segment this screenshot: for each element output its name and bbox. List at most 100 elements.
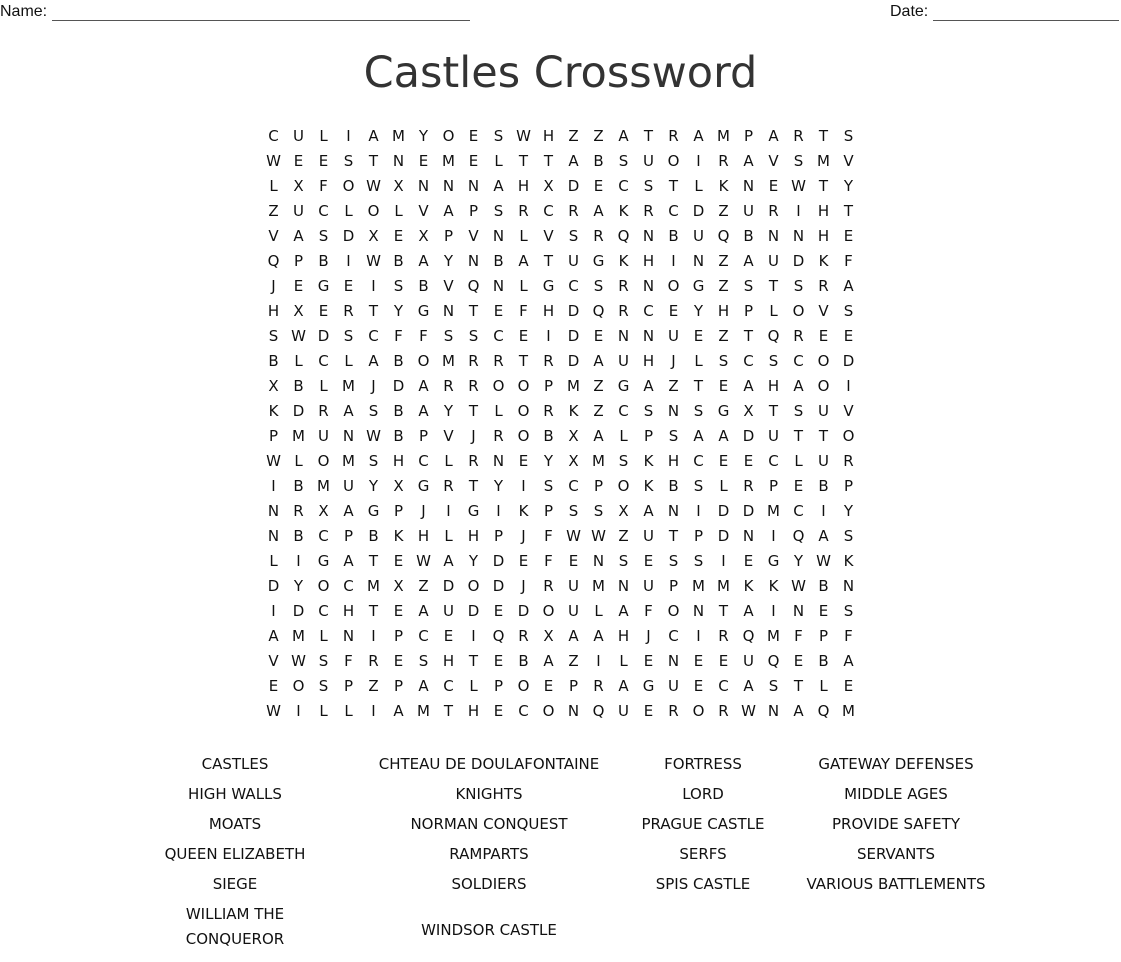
grid-cell[interactable]: F — [836, 624, 861, 649]
grid-cell[interactable]: V — [536, 224, 561, 249]
grid-cell[interactable]: X — [386, 474, 411, 499]
grid-cell[interactable]: P — [461, 199, 486, 224]
grid-cell[interactable]: P — [336, 524, 361, 549]
grid-cell[interactable]: G — [411, 474, 436, 499]
grid-cell[interactable]: U — [636, 149, 661, 174]
grid-cell[interactable]: Y — [486, 474, 511, 499]
grid-cell[interactable]: N — [611, 324, 636, 349]
grid-cell[interactable]: E — [286, 274, 311, 299]
grid-cell[interactable]: P — [386, 624, 411, 649]
grid-cell[interactable]: A — [361, 349, 386, 374]
grid-cell[interactable]: H — [411, 524, 436, 549]
grid-cell[interactable]: N — [786, 599, 811, 624]
grid-cell[interactable]: A — [286, 224, 311, 249]
grid-cell[interactable]: E — [661, 299, 686, 324]
grid-cell[interactable]: E — [711, 649, 736, 674]
grid-cell[interactable]: U — [636, 524, 661, 549]
grid-cell[interactable]: R — [711, 624, 736, 649]
grid-cell[interactable]: L — [386, 199, 411, 224]
grid-cell[interactable]: X — [286, 299, 311, 324]
grid-cell[interactable]: A — [486, 174, 511, 199]
grid-cell[interactable]: A — [511, 249, 536, 274]
grid-cell[interactable]: M — [686, 574, 711, 599]
grid-cell[interactable]: T — [686, 374, 711, 399]
grid-cell[interactable]: F — [786, 624, 811, 649]
grid-cell[interactable]: N — [686, 249, 711, 274]
grid-cell[interactable]: L — [336, 199, 361, 224]
grid-cell[interactable]: I — [336, 249, 361, 274]
grid-cell[interactable]: X — [561, 424, 586, 449]
grid-cell[interactable]: R — [711, 699, 736, 724]
grid-cell[interactable]: E — [811, 324, 836, 349]
grid-cell[interactable]: B — [511, 649, 536, 674]
grid-cell[interactable]: C — [686, 449, 711, 474]
grid-cell[interactable]: D — [386, 374, 411, 399]
grid-cell[interactable]: F — [386, 324, 411, 349]
grid-cell[interactable]: A — [411, 399, 436, 424]
grid-cell[interactable]: R — [311, 399, 336, 424]
grid-cell[interactable]: U — [736, 199, 761, 224]
grid-cell[interactable]: X — [411, 224, 436, 249]
grid-cell[interactable]: O — [811, 349, 836, 374]
grid-cell[interactable]: G — [686, 274, 711, 299]
grid-cell[interactable]: A — [736, 374, 761, 399]
grid-cell[interactable]: G — [636, 674, 661, 699]
grid-cell[interactable]: O — [286, 674, 311, 699]
grid-cell[interactable]: A — [586, 624, 611, 649]
grid-cell[interactable]: I — [586, 649, 611, 674]
grid-cell[interactable]: P — [661, 574, 686, 599]
grid-cell[interactable]: E — [561, 549, 586, 574]
grid-cell[interactable]: D — [286, 599, 311, 624]
grid-cell[interactable]: D — [711, 524, 736, 549]
grid-cell[interactable]: X — [386, 174, 411, 199]
grid-cell[interactable]: R — [611, 299, 636, 324]
grid-cell[interactable]: S — [461, 324, 486, 349]
grid-cell[interactable]: X — [361, 224, 386, 249]
grid-cell[interactable]: S — [611, 149, 636, 174]
grid-cell[interactable]: I — [461, 624, 486, 649]
grid-cell[interactable]: Y — [411, 124, 436, 149]
grid-cell[interactable]: E — [711, 374, 736, 399]
grid-cell[interactable]: S — [361, 399, 386, 424]
grid-cell[interactable]: K — [611, 249, 636, 274]
grid-cell[interactable]: S — [436, 324, 461, 349]
grid-cell[interactable]: H — [636, 249, 661, 274]
grid-cell[interactable]: A — [561, 149, 586, 174]
grid-cell[interactable]: I — [811, 499, 836, 524]
grid-cell[interactable]: I — [711, 549, 736, 574]
grid-cell[interactable]: Q — [611, 224, 636, 249]
grid-cell[interactable]: O — [661, 599, 686, 624]
grid-cell[interactable]: F — [311, 174, 336, 199]
grid-cell[interactable]: R — [511, 624, 536, 649]
grid-cell[interactable]: E — [736, 549, 761, 574]
grid-cell[interactable]: S — [486, 199, 511, 224]
grid-cell[interactable]: E — [836, 324, 861, 349]
grid-cell[interactable]: N — [636, 324, 661, 349]
grid-cell[interactable]: S — [686, 549, 711, 574]
grid-cell[interactable]: N — [761, 699, 786, 724]
grid-cell[interactable]: J — [511, 574, 536, 599]
grid-cell[interactable]: S — [786, 399, 811, 424]
grid-cell[interactable]: U — [286, 124, 311, 149]
grid-cell[interactable]: T — [361, 149, 386, 174]
grid-cell[interactable]: M — [586, 449, 611, 474]
grid-cell[interactable]: B — [386, 424, 411, 449]
grid-cell[interactable]: S — [311, 224, 336, 249]
grid-cell[interactable]: W — [786, 174, 811, 199]
grid-cell[interactable]: Q — [761, 324, 786, 349]
grid-cell[interactable]: E — [411, 149, 436, 174]
grid-cell[interactable]: S — [611, 549, 636, 574]
grid-cell[interactable]: T — [361, 299, 386, 324]
grid-cell[interactable]: O — [836, 424, 861, 449]
grid-cell[interactable]: X — [311, 499, 336, 524]
grid-cell[interactable]: P — [386, 674, 411, 699]
grid-cell[interactable]: D — [461, 599, 486, 624]
grid-cell[interactable]: R — [586, 674, 611, 699]
grid-cell[interactable]: B — [811, 474, 836, 499]
grid-cell[interactable]: E — [786, 474, 811, 499]
grid-cell[interactable]: A — [811, 524, 836, 549]
grid-cell[interactable]: C — [311, 349, 336, 374]
grid-cell[interactable]: J — [361, 374, 386, 399]
grid-cell[interactable]: C — [636, 299, 661, 324]
grid-cell[interactable]: L — [286, 449, 311, 474]
